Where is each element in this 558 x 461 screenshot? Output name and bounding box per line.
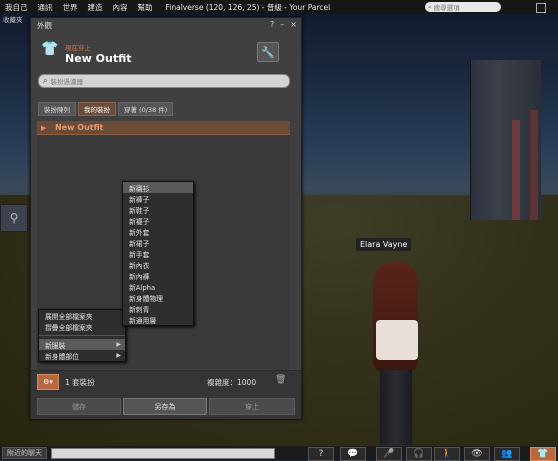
- current-outfit-name: New Outfit: [65, 52, 132, 65]
- outfit-list-item-name: New Outfit: [55, 123, 104, 132]
- pillar: [530, 110, 538, 220]
- location-title[interactable]: Finalverse (120, 126, 25) - 普級 - Your Pa…: [166, 2, 331, 13]
- menu-build[interactable]: 建造: [83, 2, 108, 13]
- menu-separator: [39, 335, 125, 336]
- outfit-filter-input[interactable]: ⌕ 裝扮過濾器: [38, 74, 290, 88]
- avatar-legs: [380, 370, 412, 445]
- outfit-tabs: 裝扮陳列 我的裝扮 穿著 (0/38 件): [38, 102, 174, 116]
- menu-item-new-undershirt[interactable]: 新內衣: [123, 259, 193, 270]
- minimize-icon[interactable]: –: [280, 20, 284, 29]
- tab-wearing[interactable]: 穿著 (0/38 件): [118, 102, 174, 116]
- menu-item-new-alpha[interactable]: 新Alpha: [123, 281, 193, 292]
- menu-item-new-physics[interactable]: 新身體物理: [123, 292, 193, 303]
- complexity-label: 複雜度：1000: [207, 378, 257, 387]
- walk-icon[interactable]: 🚶: [434, 447, 460, 461]
- menu-search-field[interactable]: ⌕ 搜尋選項: [425, 2, 501, 12]
- currently-wearing-label: 現在穿上: [65, 44, 91, 52]
- menu-item-new-gloves[interactable]: 新手套: [123, 248, 193, 259]
- menu-item-new-pants[interactable]: 新褲子: [123, 193, 193, 204]
- close-icon[interactable]: ×: [290, 20, 297, 29]
- menu-item-new-tattoo[interactable]: 新刺青: [123, 303, 193, 314]
- help-icon[interactable]: ?: [308, 447, 334, 461]
- tab-my-outfits[interactable]: 我的裝扮: [78, 102, 116, 116]
- menu-item-new-body-parts[interactable]: 新身體部位 ▶: [39, 350, 125, 361]
- tab-outfit-gallery[interactable]: 裝扮陳列: [38, 102, 76, 116]
- menu-world[interactable]: 世界: [58, 2, 83, 13]
- location-pin-icon[interactable]: ⚲: [0, 204, 28, 232]
- submenu-arrow-icon: ▶: [116, 352, 121, 359]
- outfit-filter-placeholder: 裝扮過濾器: [50, 78, 83, 86]
- avatar-top: [376, 320, 418, 360]
- shirt-icon: 👕: [41, 41, 59, 57]
- menu-item-new-skirt[interactable]: 新裙子: [123, 237, 193, 248]
- speak-icon[interactable]: 🎤: [376, 447, 402, 461]
- chat-bubble-icon[interactable]: 💬: [340, 447, 366, 461]
- submenu-arrow-icon: ▶: [116, 341, 121, 348]
- trash-icon[interactable]: 🗑: [275, 375, 286, 386]
- edit-outfit-wrench-icon[interactable]: 🔧: [257, 42, 279, 62]
- save-as-button[interactable]: 另存為: [123, 398, 207, 415]
- help-icon[interactable]: ?: [270, 20, 274, 29]
- menu-item-new-shoes[interactable]: 新鞋子: [123, 204, 193, 215]
- wear-button[interactable]: 穿上: [209, 398, 295, 415]
- menu-search-placeholder: 搜尋選項: [433, 4, 460, 12]
- gear-menu-button[interactable]: ⚙▾: [37, 374, 59, 390]
- menu-item-new-universal[interactable]: 新通用層: [123, 314, 193, 325]
- outfit-count-label: 1 套裝扮: [65, 378, 95, 387]
- menu-item-new-socks[interactable]: 新襪子: [123, 215, 193, 226]
- bottom-toolbar: 附近的聊天 ? 💬 🎤 🎧 🚶 👁 👥 👕: [0, 446, 558, 461]
- expand-arrow-icon[interactable]: ▶: [41, 124, 55, 132]
- menu-help[interactable]: 幫助: [133, 2, 158, 13]
- floater-titlebar[interactable]: 外觀 ? – ×: [31, 18, 301, 33]
- outfit-list-item[interactable]: ▶ New Outfit: [37, 121, 290, 135]
- search-icon: ⌕: [428, 2, 432, 11]
- view-eye-icon[interactable]: 👁: [464, 447, 490, 461]
- menu-me[interactable]: 我自己: [0, 2, 33, 13]
- menu-content[interactable]: 內容: [108, 2, 133, 13]
- menu-item-new-clothes-label: 新服裝: [45, 341, 66, 350]
- gear-context-menu: 展開全部檔案夾 摺疊全部檔案夾 新服裝 ▶ 新身體部位 ▶: [38, 309, 126, 362]
- menu-item-new-clothes[interactable]: 新服裝 ▶: [39, 339, 125, 350]
- favorites-tab[interactable]: 收藏夾: [0, 14, 33, 26]
- search-icon: ⌕: [43, 76, 48, 85]
- menu-item-new-shirt[interactable]: 新襯衫: [123, 182, 193, 193]
- menu-item-new-body-parts-label: 新身體部位: [45, 352, 79, 361]
- appearance-icon[interactable]: 👕: [530, 447, 556, 461]
- menu-item-expand-all[interactable]: 展開全部檔案夾: [39, 310, 125, 321]
- top-menu-bar: 我自己 通訊 世界 建造 內容 幫助 Finalverse (120, 126,…: [0, 0, 558, 14]
- floater-title: 外觀: [37, 21, 52, 30]
- pillar: [512, 120, 520, 220]
- new-clothes-submenu: 新襯衫 新褲子 新鞋子 新襪子 新外套 新裙子 新手套 新內衣 新內褲 新Alp…: [122, 181, 194, 326]
- menu-item-collapse-all[interactable]: 摺疊全部檔案夾: [39, 321, 125, 332]
- menu-communicate[interactable]: 通訊: [33, 2, 58, 13]
- people-icon[interactable]: 👥: [494, 447, 520, 461]
- window-button-icon[interactable]: [536, 3, 546, 13]
- chat-input[interactable]: [51, 447, 275, 459]
- menu-item-new-jacket[interactable]: 新外套: [123, 226, 193, 237]
- headset-icon[interactable]: 🎧: [406, 447, 432, 461]
- avatar-name-tag[interactable]: Elara Vayne: [356, 238, 412, 251]
- save-button[interactable]: 儲存: [37, 398, 121, 415]
- menu-item-new-underpants[interactable]: 新內褲: [123, 270, 193, 281]
- nearby-chat-button[interactable]: 附近的聊天: [2, 447, 47, 459]
